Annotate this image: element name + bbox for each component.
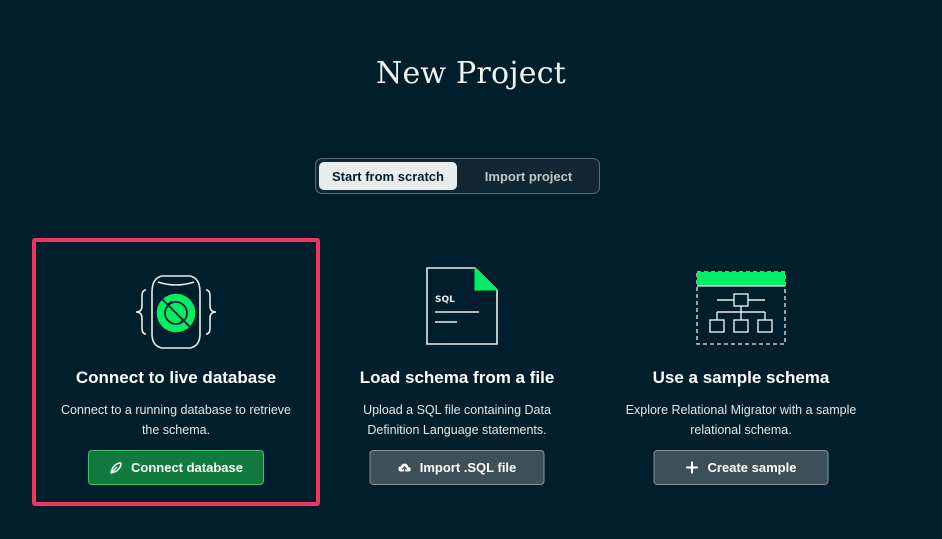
card-description-line: relational schema. — [690, 423, 792, 437]
button-label: Create sample — [707, 460, 797, 475]
tab-import-project[interactable]: Import project — [461, 162, 596, 190]
project-source-toggle: Start from scratch Import project — [315, 158, 600, 194]
create-sample-button[interactable]: Create sample — [653, 450, 829, 485]
connect-database-button[interactable]: Connect database — [88, 450, 264, 485]
plus-icon — [685, 460, 700, 475]
card-description-line: Definition Language statements. — [367, 423, 547, 437]
sql-file-label: SQL — [435, 295, 455, 305]
card-description: Explore Relational Migrator with a sampl… — [597, 400, 885, 440]
cloud-upload-icon — [398, 461, 412, 475]
card-description: Connect to a running database to retriev… — [36, 400, 316, 440]
leaf-icon — [109, 461, 123, 475]
button-label: Connect database — [131, 460, 243, 475]
load-schema-file-card: SQL Load schema from a file Upload a SQL… — [313, 238, 601, 506]
schema-diagram-icon — [696, 271, 786, 345]
tab-start-from-scratch[interactable]: Start from scratch — [319, 162, 457, 190]
card-title: Load schema from a file — [359, 368, 555, 387]
card-description-line: the schema. — [141, 423, 211, 437]
button-label: Import .SQL file — [419, 460, 517, 475]
sql-file-icon: SQL — [426, 266, 499, 345]
card-title: Connect to live database — [75, 368, 277, 387]
database-plug-icon — [135, 275, 217, 349]
card-title: Use a sample schema — [652, 368, 830, 387]
import-sql-file-button[interactable]: Import .SQL file — [369, 450, 545, 485]
card-description-line: Explore Relational Migrator with a sampl… — [625, 403, 857, 417]
sample-schema-card: Use a sample schema Explore Relational M… — [597, 238, 885, 506]
card-description-line: Upload a SQL file containing Data — [363, 403, 551, 417]
card-description-line: Connect to a running database to retriev… — [60, 403, 291, 417]
connect-live-database-card: Connect to live database Connect to a ru… — [32, 238, 320, 506]
card-description: Upload a SQL file containing Data Defini… — [313, 400, 601, 440]
page-title: New Project — [376, 56, 566, 91]
